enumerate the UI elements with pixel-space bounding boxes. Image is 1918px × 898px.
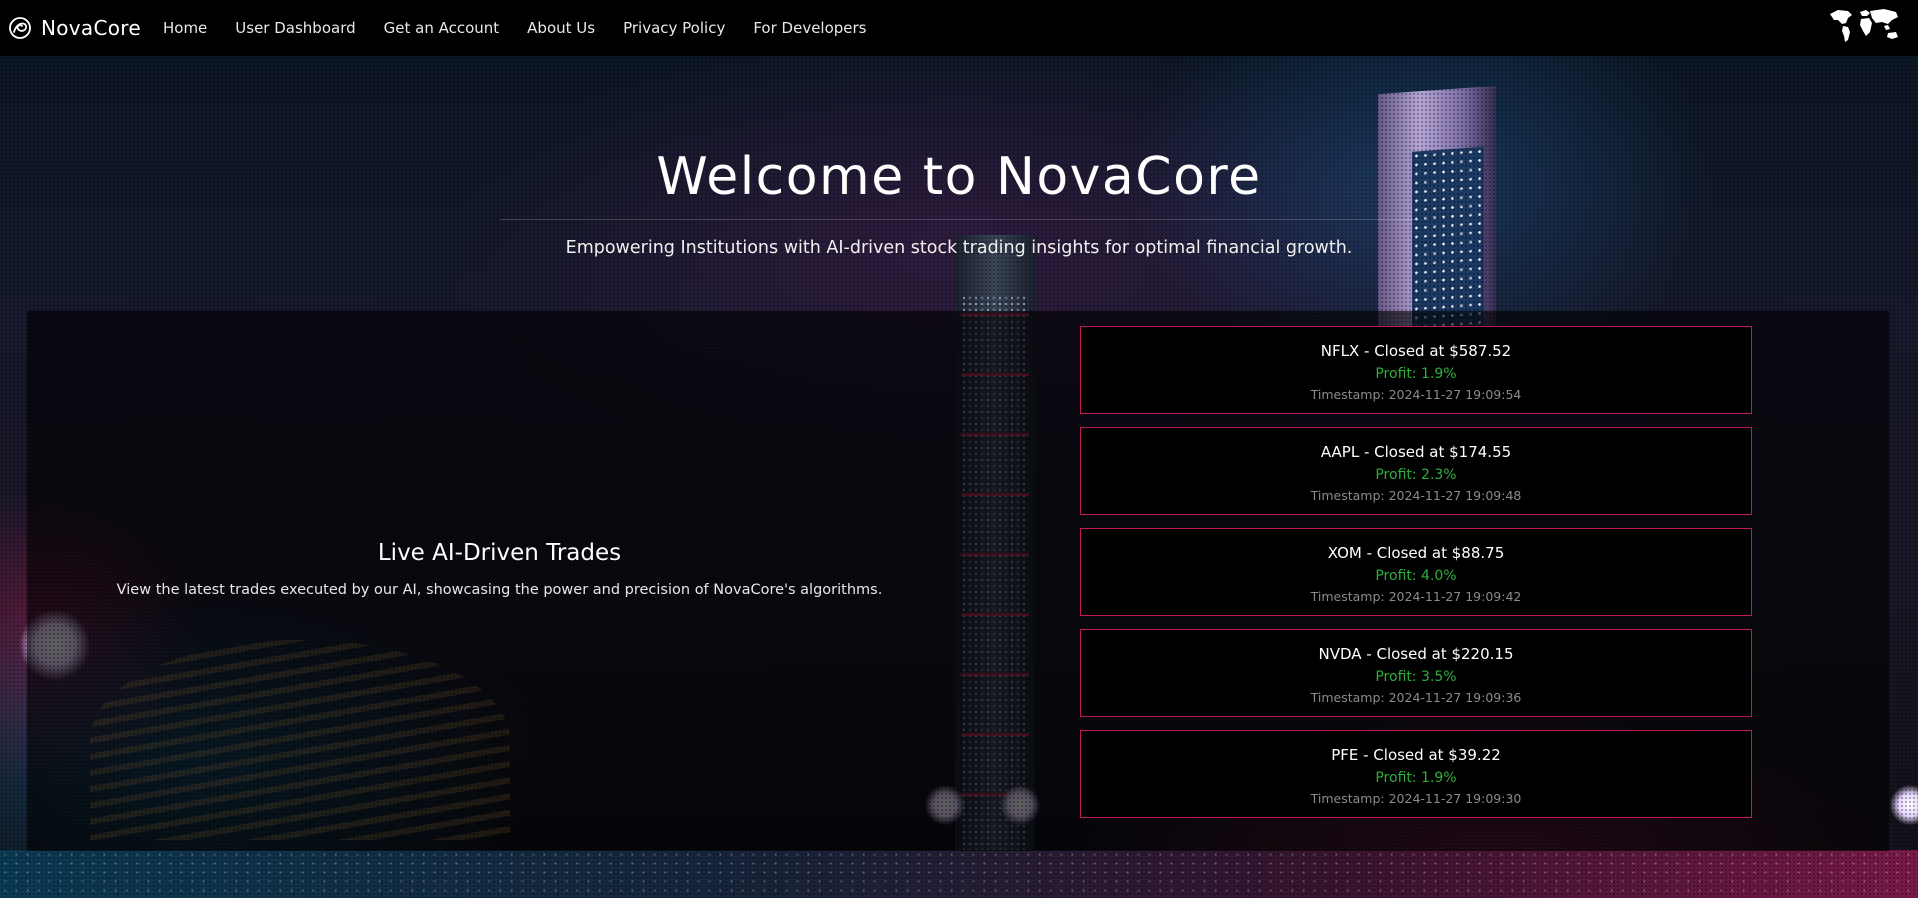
trade-timestamp: Timestamp: 2024-11-27 19:09:42 xyxy=(1310,589,1522,604)
trade-card-nflx: NFLX - Closed at $587.52 Profit: 1.9% Ti… xyxy=(1080,326,1752,414)
nav-links: Home User Dashboard Get an Account About… xyxy=(163,19,895,37)
trade-card-nvda: NVDA - Closed at $220.15 Profit: 3.5% Ti… xyxy=(1080,629,1752,717)
hero-subtitle: Empowering Institutions with AI-driven s… xyxy=(565,238,1353,258)
page: NovaCore Home User Dashboard Get an Acco… xyxy=(0,0,1918,898)
world-map-icon[interactable] xyxy=(1826,6,1902,46)
hero-title: Welcome to NovaCore xyxy=(656,147,1262,207)
trade-title: NVDA - Closed at $220.15 xyxy=(1318,645,1514,663)
trade-profit: Profit: 4.0% xyxy=(1375,568,1457,584)
nav-link-about-us[interactable]: About Us xyxy=(527,19,595,37)
trade-profit: Profit: 1.9% xyxy=(1375,366,1457,382)
trade-list: NFLX - Closed at $587.52 Profit: 1.9% Ti… xyxy=(1080,326,1752,831)
trade-timestamp: Timestamp: 2024-11-27 19:09:30 xyxy=(1310,791,1522,806)
nav-link-home[interactable]: Home xyxy=(163,19,207,37)
trade-card-aapl: AAPL - Closed at $174.55 Profit: 2.3% Ti… xyxy=(1080,427,1752,515)
trade-timestamp: Timestamp: 2024-11-27 19:09:36 xyxy=(1310,690,1522,705)
trade-title: XOM - Closed at $88.75 xyxy=(1327,544,1505,562)
brand-name: NovaCore xyxy=(41,16,141,40)
trade-title: NFLX - Closed at $587.52 xyxy=(1320,342,1512,360)
trade-title: AAPL - Closed at $174.55 xyxy=(1320,443,1512,461)
nav-link-get-an-account[interactable]: Get an Account xyxy=(384,19,500,37)
live-trades-description: View the latest trades executed by our A… xyxy=(116,582,883,598)
nav-link-user-dashboard[interactable]: User Dashboard xyxy=(235,19,355,37)
nav-link-privacy-policy[interactable]: Privacy Policy xyxy=(623,19,725,37)
trade-profit: Profit: 1.9% xyxy=(1375,770,1457,786)
top-navbar: NovaCore Home User Dashboard Get an Acco… xyxy=(0,0,1918,56)
trade-timestamp: Timestamp: 2024-11-27 19:09:54 xyxy=(1310,387,1522,402)
trade-card-xom: XOM - Closed at $88.75 Profit: 4.0% Time… xyxy=(1080,528,1752,616)
trade-profit: Profit: 2.3% xyxy=(1375,467,1457,483)
nav-link-for-developers[interactable]: For Developers xyxy=(753,19,866,37)
hero-divider xyxy=(500,219,1418,220)
trade-timestamp: Timestamp: 2024-11-27 19:09:48 xyxy=(1310,488,1522,503)
brand-link[interactable]: NovaCore xyxy=(8,16,141,40)
trade-title: PFE - Closed at $39.22 xyxy=(1331,746,1501,764)
trade-card-pfe: PFE - Closed at $39.22 Profit: 1.9% Time… xyxy=(1080,730,1752,818)
live-trades-title: Live AI-Driven Trades xyxy=(377,540,622,566)
live-trades-intro: Live AI-Driven Trades View the latest tr… xyxy=(27,540,972,598)
swirl-logo-icon xyxy=(9,17,31,39)
trade-profit: Profit: 3.5% xyxy=(1375,669,1457,685)
